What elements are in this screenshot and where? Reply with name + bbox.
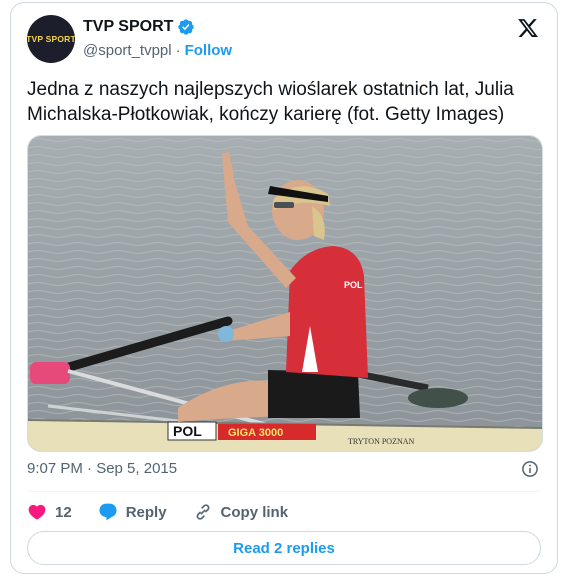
divider [27,491,541,492]
handle-separator: · [175,42,181,59]
tweet-card: TVP SPORT TVP SPORT @sport_tvppl · Follo… [10,2,558,574]
read-replies-button[interactable]: Read 2 replies [27,531,541,565]
author-name-row: TVP SPORT [83,18,195,36]
author-handle-row: @sport_tvppl · Follow [83,42,232,59]
boat-sponsor-text: GIGA 3000 [228,427,283,439]
avatar-logo-text: TVP SPORT [27,34,75,44]
reply-bubble-icon [99,503,117,521]
x-logo-icon[interactable] [517,17,539,39]
heart-icon [28,504,46,520]
link-icon [196,504,209,520]
boat-maker-text: TRYTON POZNAN [348,437,415,446]
follow-button[interactable]: Follow [185,42,233,59]
tweet-photo[interactable]: POL GIGA 3000 TRYTON POZNAN POL [27,135,543,452]
tweet-timestamp[interactable]: 9:07 PM · Sep 5, 2015 [27,460,177,477]
info-icon[interactable] [521,460,539,478]
author-handle[interactable]: @sport_tvppl [83,42,172,59]
tweet-actions: 12 Reply Copy link [27,501,314,523]
reply-label: Reply [125,503,167,521]
author-name[interactable]: TVP SPORT [83,18,173,36]
copy-link-label: Copy link [220,503,289,521]
avatar[interactable]: TVP SPORT [27,15,75,63]
like-button[interactable]: 12 [27,502,72,522]
verified-badge-icon [178,19,195,35]
tweet-text: Jedna z naszych najlepszych wioślarek os… [27,79,514,125]
copy-link-button[interactable]: Copy link [193,502,289,522]
like-count: 12 [55,503,72,521]
shirt-text: POL [344,280,363,290]
rower-photo-image: POL GIGA 3000 TRYTON POZNAN POL [28,136,542,451]
boat-code-text: POL [173,423,202,439]
reply-button[interactable]: Reply [98,502,167,522]
